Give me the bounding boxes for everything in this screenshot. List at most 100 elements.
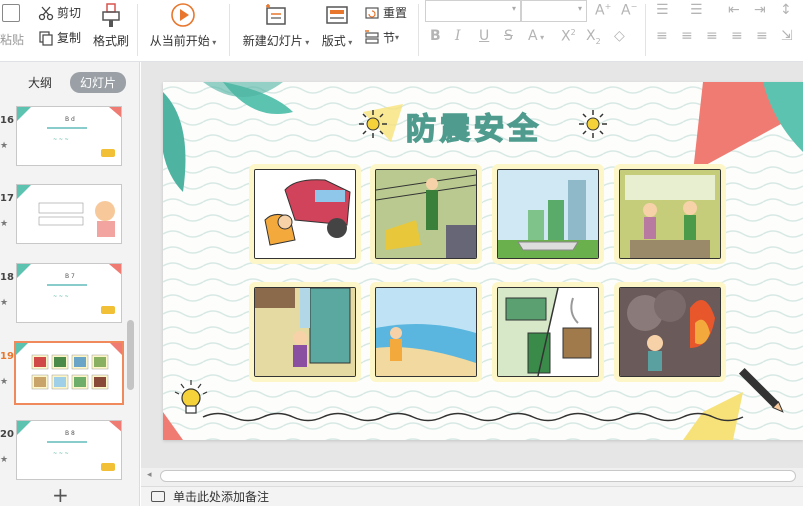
- divider: [229, 4, 230, 56]
- thumbnail-art: [16, 343, 122, 390]
- slide-thumbnail-16[interactable]: B d ~ ~ ~: [16, 106, 122, 166]
- distribute-icon[interactable]: ≡: [756, 28, 768, 44]
- slide-canvas[interactable]: 防震安全: [163, 82, 803, 440]
- scissors-icon: [38, 5, 54, 21]
- notes-placeholder: 单击此处添加备注: [173, 490, 270, 504]
- font-size-select[interactable]: ▾: [521, 0, 587, 22]
- slide-thumbnail-20[interactable]: B 8 ~ ~ ~: [16, 420, 122, 480]
- new-slide-button[interactable]: 新建幻灯片 ▾: [238, 2, 314, 49]
- bullet-list-icon[interactable]: ☰: [656, 2, 669, 18]
- font-color-icon[interactable]: A ▾: [528, 28, 544, 44]
- slide-thumbnail-18[interactable]: B 7 ~ ~ ~: [16, 263, 122, 323]
- image-card[interactable]: [370, 164, 482, 264]
- strikethrough-icon[interactable]: S: [504, 28, 513, 44]
- increase-indent-icon[interactable]: ⇥: [754, 2, 766, 18]
- justify-icon[interactable]: ≡: [731, 28, 743, 44]
- section-label: 节: [383, 31, 396, 45]
- subscript-icon[interactable]: X2: [586, 28, 601, 46]
- tab-slides[interactable]: 幻灯片: [70, 72, 127, 93]
- slide-thumbnail-19[interactable]: [14, 341, 124, 405]
- star-icon: ★: [0, 141, 9, 151]
- slide-title[interactable]: 防震安全: [405, 104, 542, 148]
- slide-number: 17: [0, 193, 14, 204]
- decrease-indent-icon[interactable]: ⇤: [728, 2, 740, 18]
- svg-text:~ ~ ~: ~ ~ ~: [53, 451, 69, 457]
- format-painter-label: 格式刷: [92, 34, 129, 48]
- panel-scrollbar[interactable]: [127, 320, 134, 390]
- divider: [645, 4, 646, 56]
- notes-icon: [151, 491, 165, 502]
- illustration-bus-passengers: [619, 169, 721, 259]
- panel-tabs: 大纲 幻灯片: [18, 72, 127, 93]
- layout-icon: [324, 2, 350, 28]
- illustration-beach: [375, 287, 477, 377]
- star-icon: ★: [0, 377, 9, 387]
- reset-button[interactable]: 重置: [364, 4, 407, 21]
- horizontal-scrollbar[interactable]: [160, 470, 796, 482]
- layout-button[interactable]: 版式 ▾: [318, 2, 356, 49]
- line-spacing-icon[interactable]: ↕: [780, 2, 792, 18]
- numbered-list-icon[interactable]: ☰: [690, 2, 703, 18]
- thumbnail-art: B d ~ ~ ~: [17, 107, 121, 157]
- align-center-icon[interactable]: ≡: [681, 28, 693, 44]
- cut-label: 剪切: [57, 6, 82, 20]
- svg-text:B d: B d: [65, 116, 75, 123]
- svg-text:B 8: B 8: [65, 430, 75, 437]
- format-painter-icon: [98, 2, 124, 28]
- slide-number: 20: [0, 429, 14, 440]
- text-direction-icon[interactable]: ⇲: [781, 28, 793, 44]
- section-icon: [364, 29, 380, 46]
- illustration-car-accident: [254, 169, 356, 259]
- reset-label: 重置: [383, 6, 408, 20]
- slide-editor: 防震安全: [141, 62, 803, 486]
- paste-button[interactable]: [0, 4, 23, 22]
- scroll-left-icon[interactable]: ◂: [147, 470, 152, 480]
- format-painter-button[interactable]: 格式刷: [92, 2, 130, 49]
- illustration-cabinet-room: [254, 287, 356, 377]
- section-button[interactable]: 节 ▾: [364, 29, 399, 46]
- illustration-switch-gas: [497, 287, 599, 377]
- cut-button[interactable]: 剪切: [38, 4, 81, 21]
- align-right-icon[interactable]: ≡: [706, 28, 718, 44]
- slides-panel: 大纲 幻灯片 16 ★ B d ~ ~ ~ 17 ★ 18 ★ B 7 ~ ~ ~ …: [0, 62, 140, 506]
- ribbon-toolbar: 粘贴 剪切 复制 格式刷 从当前开始 ▾ 新建幻灯片 ▾ 版式 ▾ 重置 节 ▾…: [0, 0, 803, 62]
- image-card[interactable]: [249, 282, 361, 382]
- image-card[interactable]: [492, 164, 604, 264]
- thumbnail-art: B 7 ~ ~ ~: [17, 264, 121, 314]
- bold-icon[interactable]: B: [430, 28, 441, 44]
- copy-button[interactable]: 复制: [38, 29, 81, 46]
- underline-icon[interactable]: U: [479, 28, 489, 44]
- slide-number: 16: [0, 115, 14, 126]
- image-card[interactable]: [614, 164, 726, 264]
- superscript-icon[interactable]: X2: [561, 28, 576, 45]
- reset-icon: [364, 5, 380, 21]
- play-icon: [170, 2, 196, 28]
- paste-icon: [2, 4, 20, 22]
- star-icon: ★: [0, 219, 9, 229]
- copy-icon: [38, 30, 54, 46]
- svg-text:B 7: B 7: [65, 273, 75, 280]
- new-slide-label: 新建幻灯片: [242, 34, 303, 48]
- add-slide-button[interactable]: +: [52, 485, 69, 505]
- play-from-current-button[interactable]: 从当前开始 ▾: [145, 2, 221, 49]
- notes-bar[interactable]: 单击此处添加备注: [141, 486, 803, 506]
- thumbnail-art: B 8 ~ ~ ~: [17, 421, 121, 471]
- image-card[interactable]: [492, 282, 604, 382]
- slide-number: 19: [0, 351, 14, 362]
- image-card[interactable]: [370, 282, 482, 382]
- divider: [418, 4, 419, 56]
- image-card[interactable]: [614, 282, 726, 382]
- paste-label: 粘贴: [0, 33, 25, 47]
- clear-format-icon[interactable]: ◇: [614, 28, 625, 44]
- image-card[interactable]: [249, 164, 361, 264]
- slide-thumbnail-17[interactable]: [16, 184, 122, 244]
- layout-label: 版式: [321, 34, 346, 48]
- decrease-font-icon[interactable]: A−: [621, 2, 637, 19]
- svg-text:~ ~ ~: ~ ~ ~: [53, 294, 69, 300]
- tab-outline[interactable]: 大纲: [18, 72, 62, 93]
- font-name-select[interactable]: ▾: [425, 0, 521, 22]
- increase-font-icon[interactable]: A+: [595, 2, 611, 19]
- svg-text:~ ~ ~: ~ ~ ~: [53, 137, 69, 143]
- italic-icon[interactable]: I: [455, 28, 461, 44]
- align-left-icon[interactable]: ≡: [656, 28, 668, 44]
